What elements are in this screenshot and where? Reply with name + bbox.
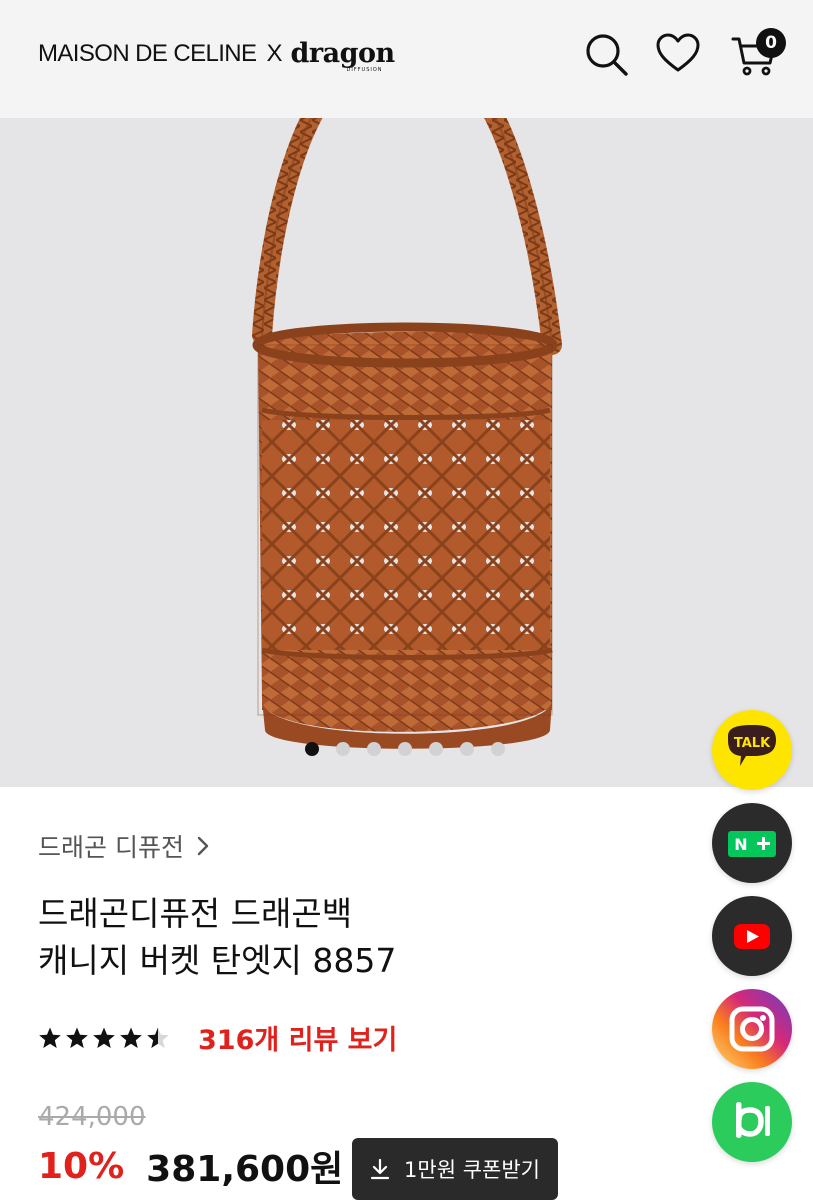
kakao-talk-button[interactable]: TALK bbox=[712, 710, 792, 790]
star-icon bbox=[120, 1027, 142, 1048]
product-title-line-2: 캐니지 버켓 탄엣지 8857 bbox=[38, 941, 397, 980]
gallery-dot[interactable] bbox=[305, 742, 319, 756]
svg-text:TALK: TALK bbox=[734, 736, 771, 751]
search-icon[interactable] bbox=[582, 30, 630, 78]
heart-icon[interactable] bbox=[654, 30, 702, 78]
kakao-talk-icon: TALK bbox=[728, 725, 776, 766]
star-icon bbox=[93, 1027, 115, 1048]
product-title: 드래곤디퓨전 드래곤백 캐니지 버켓 탄엣지 8857 bbox=[38, 890, 396, 984]
band-icon bbox=[736, 1102, 770, 1138]
brand-name: MAISON DE CELINE bbox=[38, 40, 257, 67]
brand-separator: X bbox=[266, 40, 283, 67]
original-price: 424,000 bbox=[38, 1102, 146, 1132]
sale-price: 381,600원 bbox=[146, 1149, 344, 1190]
gallery-pagination bbox=[305, 742, 505, 756]
discount-rate: 10% bbox=[38, 1145, 125, 1187]
youtube-icon bbox=[734, 924, 770, 949]
brand-link-label: 드래곤 디퓨전 bbox=[38, 833, 184, 862]
rating-row: 316개 리뷰 보기 bbox=[38, 1018, 397, 1057]
gallery-dot[interactable] bbox=[491, 742, 505, 756]
star-icon bbox=[147, 1027, 169, 1048]
gallery-dot[interactable] bbox=[398, 742, 412, 756]
review-link[interactable]: 316개 리뷰 보기 bbox=[198, 1018, 397, 1057]
naver-plus-button[interactable]: N bbox=[712, 803, 792, 883]
product-image-gallery[interactable] bbox=[0, 0, 813, 787]
coupon-label: 1만원 쿠폰받기 bbox=[404, 1158, 540, 1182]
download-icon bbox=[370, 1158, 390, 1180]
band-button[interactable] bbox=[712, 1082, 792, 1162]
gallery-dot[interactable] bbox=[460, 742, 474, 756]
brand-logo[interactable]: MAISON DE CELINE X dragon DIFFUSION bbox=[38, 34, 395, 74]
top-header: MAISON DE CELINE X dragon DIFFUSION 0 bbox=[0, 0, 813, 118]
gallery-dot[interactable] bbox=[336, 742, 350, 756]
svg-text:N: N bbox=[734, 835, 747, 854]
product-image bbox=[252, 53, 562, 749]
instagram-button[interactable] bbox=[712, 989, 792, 1069]
star-icon bbox=[39, 1027, 61, 1048]
instagram-icon bbox=[712, 989, 792, 1069]
youtube-button[interactable] bbox=[712, 896, 792, 976]
dragon-logo: dragon DIFFUSION bbox=[290, 38, 395, 74]
gallery-dot[interactable] bbox=[429, 742, 443, 756]
gallery-dot[interactable] bbox=[367, 742, 381, 756]
star-rating bbox=[38, 1026, 170, 1050]
price-row: 10% 381,600원 bbox=[38, 1140, 343, 1192]
star-icon bbox=[66, 1027, 88, 1048]
coupon-download-button[interactable]: 1만원 쿠폰받기 bbox=[352, 1138, 558, 1200]
chevron-right-icon bbox=[197, 836, 209, 856]
naver-plus-icon: N bbox=[728, 831, 776, 857]
cart-count-badge: 0 bbox=[756, 28, 786, 58]
brand-link[interactable]: 드래곤 디퓨전 bbox=[38, 828, 210, 864]
product-title-line-1: 드래곤디퓨전 드래곤백 bbox=[38, 894, 353, 933]
